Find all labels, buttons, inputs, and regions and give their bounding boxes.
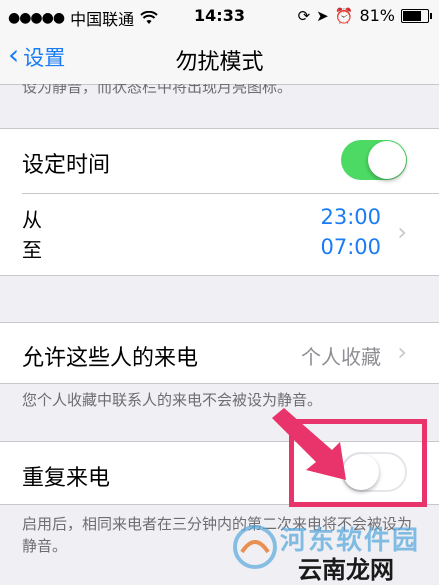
annotation-highlight-box: [289, 419, 427, 507]
watermark: 河东软件园 云南龙网: [220, 520, 439, 584]
watermark-logo: [233, 525, 277, 569]
watermark-bottom-text: 云南龙网: [298, 555, 394, 584]
